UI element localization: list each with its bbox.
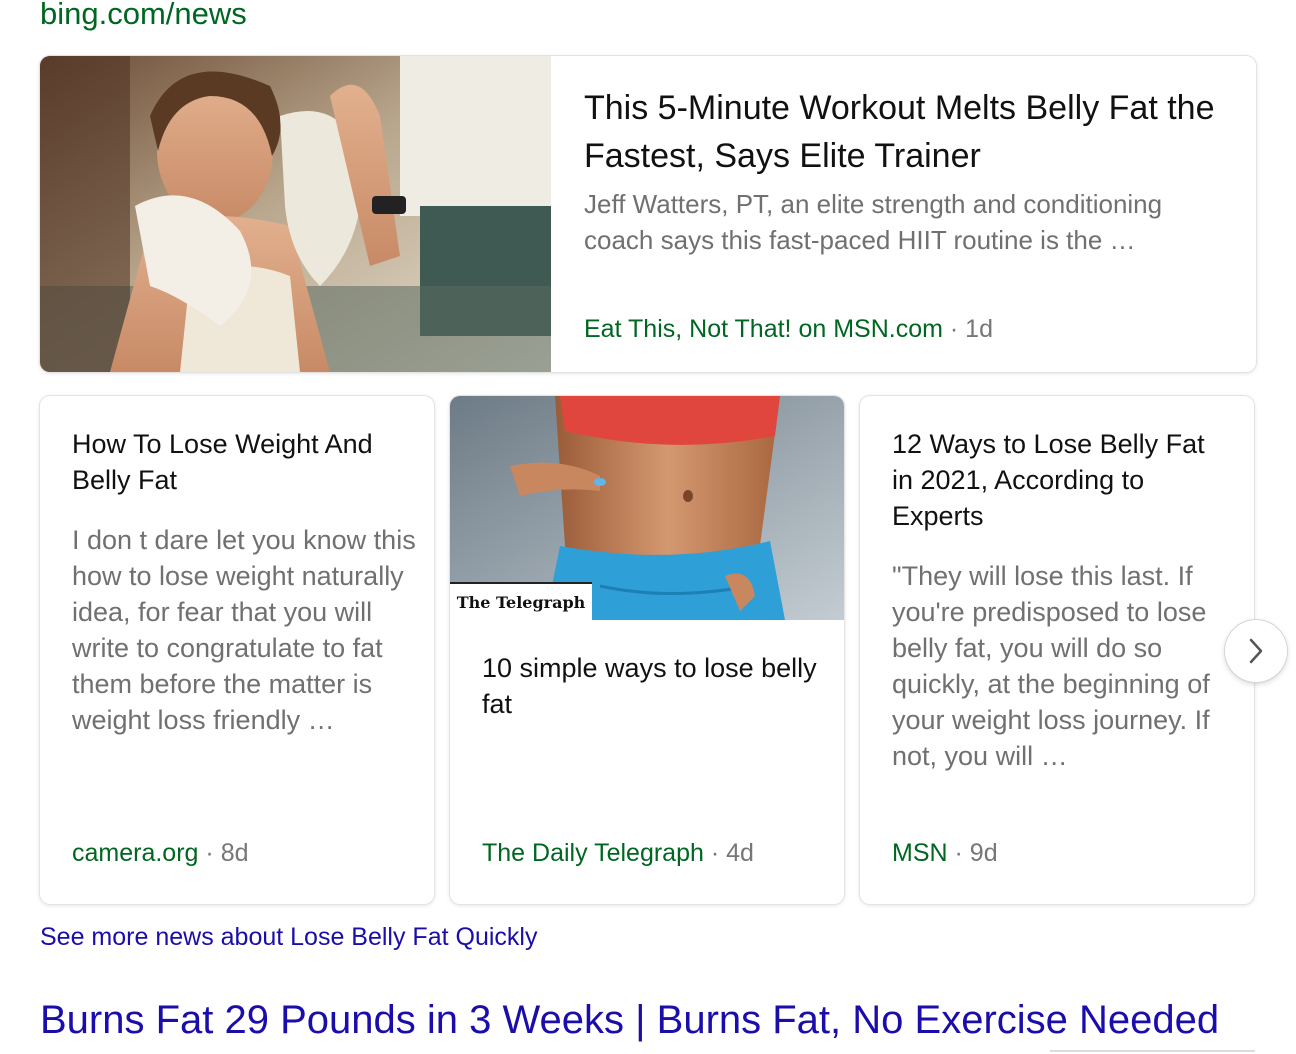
meta-separator: · (710, 839, 720, 867)
news-card-source[interactable]: The Daily Telegraph (482, 839, 704, 867)
meta-separator: · (949, 315, 959, 343)
news-card-meta: camera.org · 8d (72, 836, 249, 870)
news-card-meta: MSN · 9d (892, 836, 998, 870)
news-card-meta: The Daily Telegraph · 4d (482, 836, 754, 870)
top-story-image (40, 56, 551, 372)
news-card-snippet: "They will lose this last. If you're pre… (892, 561, 1210, 771)
top-story-age: 1d (965, 315, 993, 343)
news-card-source[interactable]: camera.org (72, 839, 198, 867)
news-card-age: 9d (969, 839, 998, 867)
see-more-news-link[interactable]: See more news about Lose Belly Fat Quick… (40, 920, 537, 954)
chevron-right-icon (1249, 638, 1263, 664)
news-card-3[interactable]: 12 Ways to Lose Belly Fat in 2021, Accor… (860, 396, 1254, 904)
news-card-source[interactable]: MSN (892, 839, 948, 867)
news-card-2[interactable]: The Telegraph 10 simple ways to lose bel… (450, 396, 844, 904)
source-url[interactable]: bing.com/news (40, 0, 247, 32)
top-story-title[interactable]: This 5-Minute Workout Melts Belly Fat th… (584, 84, 1224, 180)
news-card-age: 4d (726, 839, 754, 867)
news-card-title[interactable]: 10 simple ways to lose belly fat (482, 650, 822, 722)
news-card-snippet: I don t dare let you know this how to lo… (72, 525, 416, 735)
meta-separator: · (205, 839, 214, 867)
top-story-card[interactable]: This 5-Minute Workout Melts Belly Fat th… (40, 56, 1256, 372)
news-card-title[interactable]: 12 Ways to Lose Belly Fat in 2021, Accor… (892, 426, 1232, 534)
news-card-title[interactable]: How To Lose Weight And Belly Fat (72, 426, 412, 498)
top-story-source[interactable]: Eat This, Not That! on MSN.com (584, 315, 943, 343)
search-result-title-link[interactable]: Burns Fat 29 Pounds in 3 Weeks | Burns F… (40, 994, 1219, 1046)
divider (1050, 1050, 1255, 1052)
meta-separator: · (954, 839, 963, 867)
telegraph-logo: The Telegraph (450, 582, 592, 620)
top-story-snippet: Jeff Watters, PT, an elite strength and … (584, 189, 1163, 255)
news-card-age: 8d (220, 839, 249, 867)
news-card-1[interactable]: How To Lose Weight And Belly Fat I don t… (40, 396, 434, 904)
carousel-next-button[interactable] (1225, 620, 1287, 682)
top-story-meta: Eat This, Not That! on MSN.com · 1d (584, 312, 993, 346)
